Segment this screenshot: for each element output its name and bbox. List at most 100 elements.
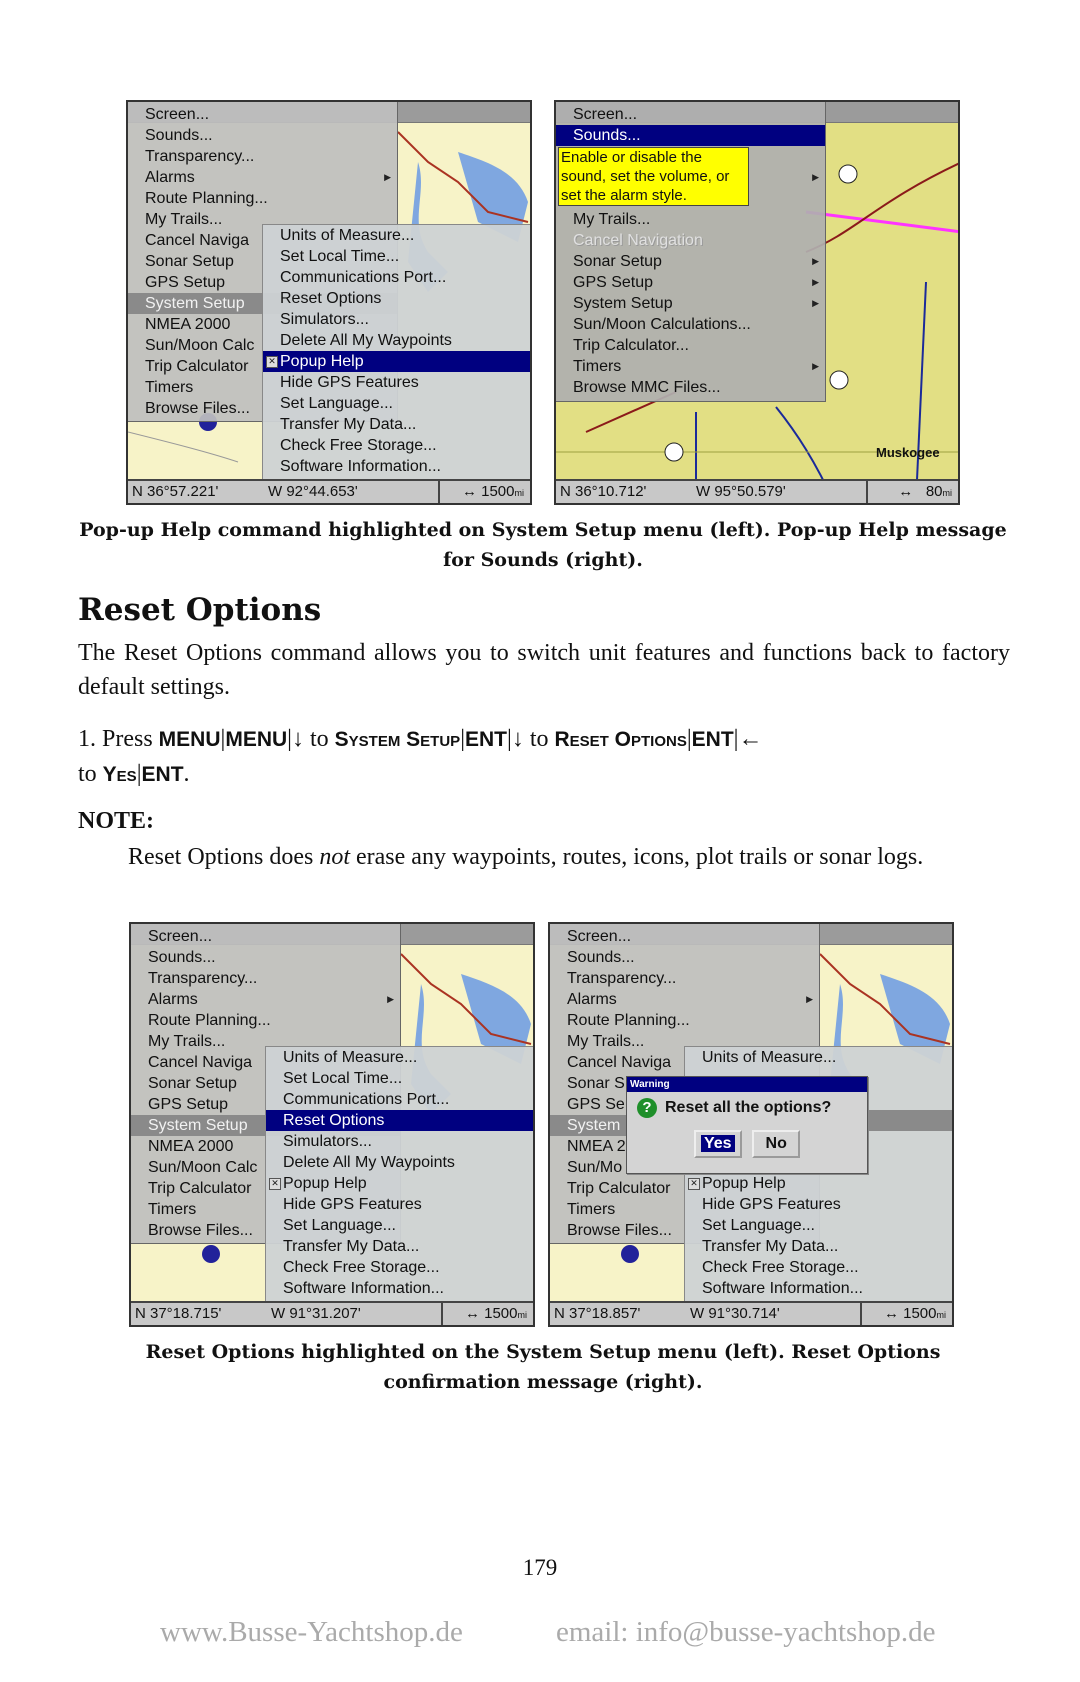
submenu-item-hide-gps[interactable]: Hide GPS Features (266, 1194, 533, 1215)
step-instructions: 1. Press MENU|MENU|↓ to System Setup|ENT… (78, 726, 763, 787)
submenu-item-popup-help[interactable]: ✕ Popup Help (685, 1173, 952, 1194)
checkbox-checked-icon[interactable]: ✕ (269, 1178, 281, 1190)
submenu-item-local-time[interactable]: Set Local Time... (266, 1068, 533, 1089)
longitude-readout: W 91°30.714' (690, 1305, 780, 1322)
menu-item-sounds[interactable]: Sounds... (128, 125, 397, 146)
menu-ref-system-setup: System Setup (334, 728, 461, 751)
submenu-item-reset-options[interactable]: Reset Options (266, 1110, 533, 1131)
menu-item-sonar-setup[interactable]: Sonar Setup ▶ (556, 251, 825, 272)
footer-email[interactable]: email: info@busse-yachtshop.de (556, 1616, 935, 1649)
longitude-readout: W 91°31.207' (271, 1305, 361, 1322)
svg-text:Muskogee: Muskogee (876, 445, 940, 460)
submenu-item-hide-gps[interactable]: Hide GPS Features (685, 1194, 952, 1215)
menu-item-screen[interactable]: Screen... (550, 926, 819, 947)
dialog-title: Warning (627, 1077, 867, 1092)
question-icon: ? (637, 1097, 657, 1118)
submenu-arrow-icon: ▶ (384, 172, 391, 182)
submenu-item-software-info[interactable]: Software Information... (685, 1278, 952, 1299)
submenu-item-free-storage[interactable]: Check Free Storage... (263, 435, 530, 456)
menu-item-sun-moon[interactable]: Sun/Moon Calculations... (556, 314, 825, 335)
menu-item-screen[interactable]: Screen... (556, 104, 825, 125)
menu-item-sounds[interactable]: Sounds... (131, 947, 400, 968)
zoom-range-readout: ↔ 1500mi (860, 1303, 952, 1325)
page-number: 179 (522, 1555, 558, 1580)
menu-item-transparency[interactable]: Transparency... (128, 146, 397, 167)
system-setup-submenu: Units of Measure... Set Local Time... Co… (265, 1046, 533, 1304)
menu-item-alarms[interactable]: Alarms ▶ (128, 167, 397, 188)
menu-item-route-planning[interactable]: Route Planning... (550, 1010, 819, 1031)
menu-item-transparency[interactable]: Transparency... (550, 968, 819, 989)
submenu-item-transfer-data[interactable]: Transfer My Data... (263, 414, 530, 435)
menu-item-screen[interactable]: Screen... (128, 104, 397, 125)
submenu-item-delete-waypoints[interactable]: Delete All My Waypoints (266, 1152, 533, 1173)
no-button[interactable]: No (752, 1130, 801, 1158)
menu-item-screen[interactable]: Screen... (131, 926, 400, 947)
menu-item-timers[interactable]: Timers ▶ (556, 356, 825, 377)
menu-ref-yes: Yes (102, 763, 137, 786)
screenshot-popup-help-left: Screen... Sounds... Transparency... Alar… (126, 100, 532, 505)
submenu-item-local-time[interactable]: Set Local Time... (263, 246, 530, 267)
checkbox-checked-icon[interactable]: ✕ (688, 1178, 700, 1190)
menu-item-my-trails[interactable]: My Trails... (556, 209, 825, 230)
checkbox-checked-icon[interactable]: ✕ (266, 356, 278, 368)
key-ent: ENT (465, 728, 507, 751)
menu-item-alarms[interactable]: Alarms ▶ (131, 989, 400, 1010)
note-label: NOTE: (78, 808, 155, 834)
submenu-item-popup-help[interactable]: ✕ Popup Help (266, 1173, 533, 1194)
warning-dialog: Warning ? Reset all the options? Yes No (626, 1076, 868, 1174)
note-text: Reset Options does not erase any waypoin… (128, 844, 924, 870)
submenu-item-units[interactable]: Units of Measure... (685, 1047, 952, 1068)
yes-button[interactable]: Yes (693, 1130, 742, 1158)
menu-item-system-setup[interactable]: System Setup ▶ (556, 293, 825, 314)
submenu-arrow-icon: ▶ (806, 994, 813, 1004)
menu-item-route-planning[interactable]: Route Planning... (131, 1010, 400, 1031)
submenu-item-free-storage[interactable]: Check Free Storage... (685, 1257, 952, 1278)
submenu-item-language[interactable]: Set Language... (685, 1215, 952, 1236)
range-arrows-icon: ↔ (464, 1305, 485, 1322)
submenu-item-simulators[interactable]: Simulators... (266, 1131, 533, 1152)
menu-item-transparency[interactable]: Transparency... (131, 968, 400, 989)
submenu-arrow-icon: ▶ (387, 994, 394, 1004)
position-status-bar: N 37°18.715' W 91°31.207' ↔ 1500mi (131, 1301, 533, 1325)
submenu-item-comm-port[interactable]: Communications Port... (266, 1089, 533, 1110)
submenu-item-units[interactable]: Units of Measure... (266, 1047, 533, 1068)
key-ent: ENT (141, 763, 184, 786)
submenu-item-transfer-data[interactable]: Transfer My Data... (685, 1236, 952, 1257)
key-menu: MENU (158, 728, 221, 751)
submenu-item-software-info[interactable]: Software Information... (263, 456, 530, 477)
zoom-range-readout: ↔ 80mi (866, 481, 958, 503)
menu-item-gps-setup[interactable]: GPS Setup ▶ (556, 272, 825, 293)
submenu-item-transfer-data[interactable]: Transfer My Data... (266, 1236, 533, 1257)
submenu-item-reset-options[interactable]: Reset Options (263, 288, 530, 309)
menu-item-sounds[interactable]: Sounds... (550, 947, 819, 968)
footer-website[interactable]: www.Busse-Yachtshop.de (160, 1616, 463, 1649)
menu-item-browse-mmc[interactable]: Browse MMC Files... (556, 377, 825, 398)
submenu-item-hide-gps[interactable]: Hide GPS Features (263, 372, 530, 393)
submenu-arrow-icon: ▶ (812, 277, 819, 287)
latitude-readout: N 36°10.712' (560, 483, 647, 500)
range-arrows-icon: ↔ (461, 483, 482, 500)
menu-item-sounds[interactable]: Sounds... (556, 125, 825, 146)
submenu-item-software-info[interactable]: Software Information... (266, 1278, 533, 1299)
menu-item-cancel-navigation: Cancel Navigation (573, 232, 703, 249)
submenu-item-simulators[interactable]: Simulators... (263, 309, 530, 330)
menu-item-alarms[interactable]: Alarms ▶ (550, 989, 819, 1010)
submenu-item-language[interactable]: Set Language... (266, 1215, 533, 1236)
submenu-item-label: Popup Help (280, 353, 364, 370)
submenu-item-delete-waypoints[interactable]: Delete All My Waypoints (263, 330, 530, 351)
menu-item-trip-calculator[interactable]: Trip Calculator... (556, 335, 825, 356)
menu-item-route-planning[interactable]: Route Planning... (128, 188, 397, 209)
submenu-arrow-icon: ▶ (812, 361, 819, 371)
menu-item-label: Alarms (145, 169, 195, 186)
submenu-item-language[interactable]: Set Language... (263, 393, 530, 414)
submenu-item-free-storage[interactable]: Check Free Storage... (266, 1257, 533, 1278)
screenshot-reset-options-left: Screen... Sounds... Transparency... Alar… (129, 922, 535, 1327)
submenu-item-popup-help[interactable]: ✕ Popup Help (263, 351, 530, 372)
zoom-range-readout: ↔ 1500mi (441, 1303, 533, 1325)
latitude-readout: N 37°18.857' (554, 1305, 641, 1322)
submenu-item-comm-port[interactable]: Communications Port... (263, 267, 530, 288)
submenu-arrow-icon: ▶ (812, 298, 819, 308)
position-status-bar: N 36°57.221' W 92°44.653' ↔ 1500mi (128, 479, 530, 503)
section-heading: Reset Options (78, 592, 322, 628)
submenu-item-units[interactable]: Units of Measure... (263, 225, 530, 246)
